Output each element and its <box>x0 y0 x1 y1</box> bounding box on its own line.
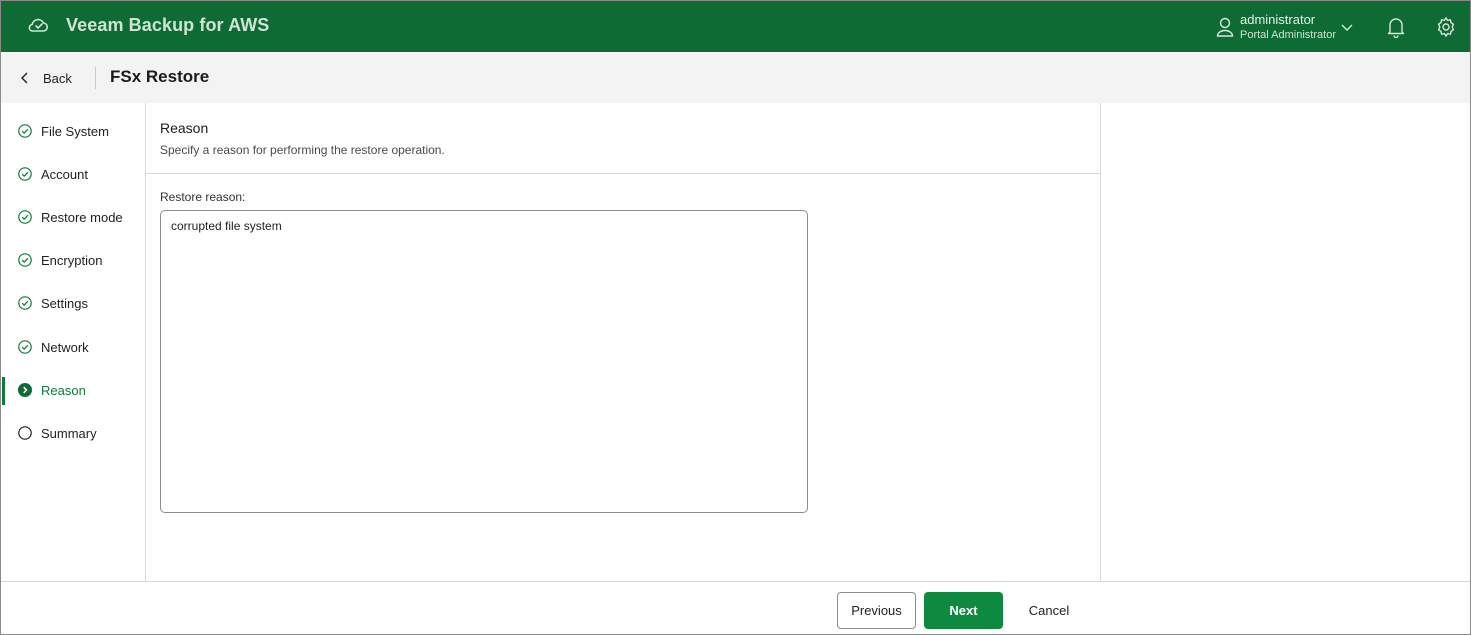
gear-icon[interactable] <box>1435 16 1457 38</box>
cancel-button[interactable]: Cancel <box>1013 592 1085 629</box>
step-account[interactable]: Account <box>1 161 145 187</box>
app-title: Veeam Backup for AWS <box>66 15 270 35</box>
bell-icon[interactable] <box>1386 16 1406 38</box>
page-title: FSx Restore <box>110 67 210 86</box>
next-button[interactable]: Next <box>924 592 1003 629</box>
back-label: Back <box>43 70 72 86</box>
restore-reason-label: Restore reason: <box>160 190 246 204</box>
step-reason[interactable]: Reason <box>1 377 145 403</box>
chevron-left-icon <box>21 72 28 84</box>
check-circle-icon <box>18 210 32 224</box>
check-circle-icon <box>18 124 32 138</box>
check-circle-icon <box>18 296 32 310</box>
back-button[interactable]: Back <box>19 68 72 88</box>
step-label: Network <box>41 340 89 355</box>
step-label: Account <box>41 167 88 182</box>
user-role: Portal Administrator <box>1240 29 1336 41</box>
wizard-steps: File System Account Restore mode Encrypt… <box>1 103 146 581</box>
user-icon[interactable] <box>1215 16 1235 38</box>
step-network[interactable]: Network <box>1 334 145 360</box>
page-header: Back FSx Restore <box>1 52 1470 103</box>
section-description: Specify a reason for performing the rest… <box>160 143 445 157</box>
step-label: Settings <box>41 296 88 311</box>
section-divider <box>146 173 1100 174</box>
main-content: Reason Specify a reason for performing t… <box>146 103 1101 581</box>
user-name[interactable]: administrator <box>1240 12 1315 27</box>
step-summary[interactable]: Summary <box>1 420 145 446</box>
check-circle-icon <box>18 340 32 354</box>
arrow-right-circle-icon <box>18 383 32 397</box>
check-circle-icon <box>18 167 32 181</box>
section-title: Reason <box>160 120 209 136</box>
previous-button[interactable]: Previous <box>837 592 916 629</box>
check-circle-icon <box>18 253 32 267</box>
empty-circle-icon <box>18 426 32 440</box>
step-encryption[interactable]: Encryption <box>1 247 145 273</box>
step-label: File System <box>41 124 109 139</box>
header-divider <box>95 67 96 89</box>
step-label: Encryption <box>41 253 103 268</box>
step-settings[interactable]: Settings <box>1 290 145 316</box>
wizard-footer: Previous Next Cancel <box>1 581 1470 634</box>
restore-reason-input[interactable]: corrupted file system <box>160 210 808 513</box>
cloud-sync-icon <box>28 18 49 32</box>
step-label: Reason <box>41 383 86 398</box>
step-label: Restore mode <box>41 210 123 225</box>
app-window: Veeam Backup for AWS administrator Porta… <box>0 0 1471 635</box>
step-restore-mode[interactable]: Restore mode <box>1 204 145 230</box>
chevron-down-icon[interactable] <box>1340 20 1354 34</box>
top-bar: Veeam Backup for AWS administrator Porta… <box>1 1 1470 52</box>
step-label: Summary <box>41 426 97 441</box>
step-file-system[interactable]: File System <box>1 118 145 144</box>
